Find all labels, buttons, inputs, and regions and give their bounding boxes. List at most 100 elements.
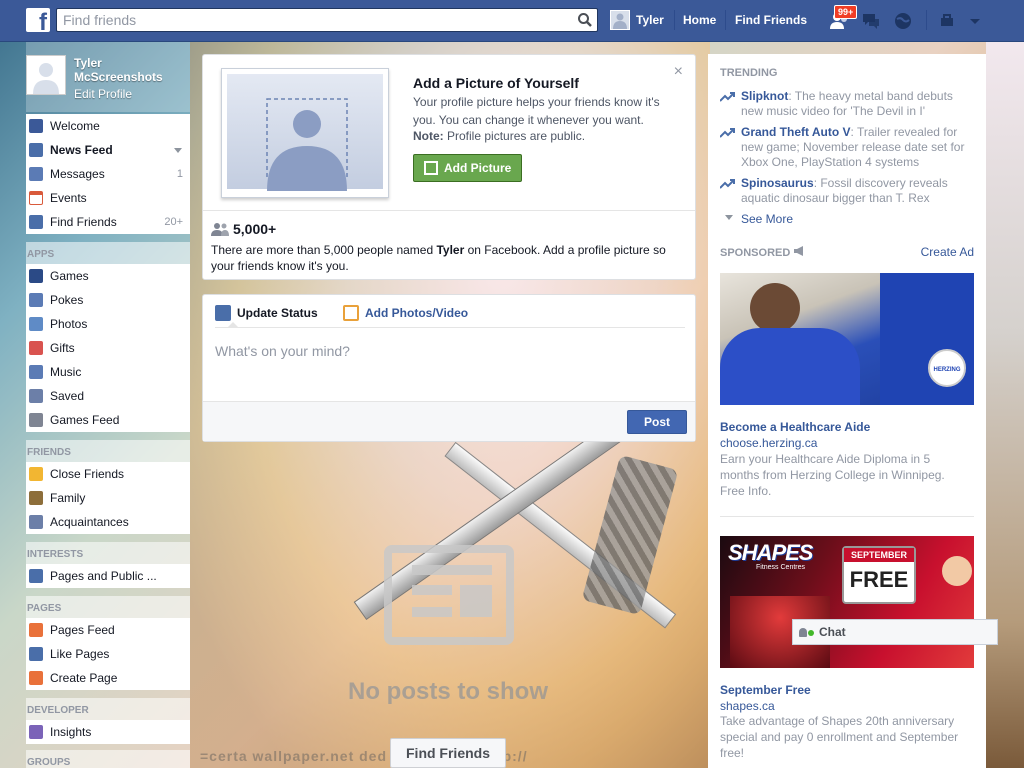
prompt-note: Note: Profile pictures are public. [413, 129, 585, 143]
poke-icon [29, 293, 43, 307]
sidebar-item-games-feed[interactable]: Games Feed [26, 408, 190, 432]
sidebar-item-label: Events [50, 191, 87, 205]
ad-title[interactable]: September Free [720, 683, 811, 697]
profile-name[interactable]: Tyler McScreenshots [74, 56, 184, 84]
sidebar-item-messages[interactable]: Messages 1 [26, 162, 190, 186]
calendar-free-text: FREE [849, 567, 909, 592]
ad-image[interactable]: SHAPES Fitness Centres SEPTEMBER FREE [720, 536, 974, 668]
sidebar-item-label: Pages Feed [50, 623, 115, 637]
composer-footer: Post [203, 401, 695, 441]
pencil-icon [215, 305, 231, 321]
sidebar-item-label: Music [50, 365, 82, 379]
tab-update-status[interactable]: Update Status [215, 305, 318, 321]
trending-arrow-icon [720, 179, 735, 189]
facebook-logo[interactable]: f [26, 8, 50, 32]
apps-nav: Games Pokes Photos Gifts Music Saved Gam… [26, 264, 190, 432]
create-ad-link[interactable]: Create Ad [921, 245, 974, 259]
plus-icon [29, 671, 43, 685]
sidebar-item-news-feed[interactable]: News Feed [26, 138, 190, 162]
tab-add-photos[interactable]: Add Photos/Video [343, 305, 468, 321]
divider [720, 516, 974, 517]
sidebar-item-label: Games Feed [50, 413, 120, 427]
sidebar-item-saved[interactable]: Saved [26, 384, 190, 408]
close-icon[interactable]: × [674, 63, 683, 81]
ad-image[interactable]: HERZING [720, 273, 974, 405]
shapes-logo: SHAPES [728, 540, 813, 565]
sidebar-item-pages-feed[interactable]: Pages Feed [26, 618, 190, 642]
trending-topic[interactable]: Slipknot [741, 89, 788, 103]
sidebar-item-insights[interactable]: Insights [26, 720, 190, 744]
sidebar-item-label: Family [50, 491, 86, 505]
sidebar-item-label: Insights [50, 725, 92, 739]
sidebar-item-games[interactable]: Games [26, 264, 190, 288]
section-heading-friends: FRIENDS [26, 440, 190, 462]
sidebar-item-label: Gifts [50, 341, 75, 355]
sidebar-item-pages-and-public[interactable]: Pages and Public ... [26, 564, 190, 588]
sidebar-item-photos[interactable]: Photos [26, 312, 190, 336]
sidebar-item-pokes[interactable]: Pokes [26, 288, 190, 312]
trending-item[interactable]: Spinosaurus: Fossil discovery reveals aq… [720, 176, 970, 206]
sidebar-item-label: Create Page [50, 671, 118, 685]
wallpaper-edge [986, 42, 1024, 768]
home-link[interactable]: Home [683, 13, 716, 27]
icon-line [412, 607, 452, 617]
trending-arrow-icon [720, 128, 735, 138]
status-input[interactable] [215, 339, 685, 363]
ad-title[interactable]: Become a Healthcare Aide [720, 420, 870, 434]
interests-nav: Pages and Public ... [26, 564, 190, 588]
sidebar-item-like-pages[interactable]: Like Pages [26, 642, 190, 666]
messages-icon[interactable] [860, 10, 882, 32]
sidebar-item-family[interactable]: Family [26, 486, 190, 510]
sidebar-item-find-friends[interactable]: Find Friends 20+ [26, 210, 190, 234]
ad-domain[interactable]: shapes.ca [720, 699, 775, 713]
trending-item[interactable]: Grand Theft Auto V: Trailer revealed for… [720, 125, 970, 170]
herzing-badge: HERZING [928, 349, 966, 387]
thumbs-up-icon [29, 647, 43, 661]
sidebar-item-music[interactable]: Music [26, 360, 190, 384]
divider [203, 210, 695, 211]
chat-bar[interactable]: Chat [792, 619, 998, 645]
privacy-shortcuts-icon[interactable] [938, 10, 960, 32]
profile-link[interactable]: Tyler [636, 13, 664, 27]
sidebar-item-label: Acquaintances [50, 515, 129, 529]
chevron-down-icon[interactable] [174, 148, 182, 153]
sidebar-item-gifts[interactable]: Gifts [26, 336, 190, 360]
avatar[interactable] [26, 55, 66, 95]
ad-person-body [720, 328, 860, 405]
edit-profile-link[interactable]: Edit Profile [74, 87, 132, 101]
sidebar-item-welcome[interactable]: Welcome [26, 114, 190, 138]
chevron-down-icon[interactable] [964, 10, 986, 32]
sidebar-item-close-friends[interactable]: Close Friends [26, 462, 190, 486]
games-icon [29, 269, 43, 283]
divider [725, 10, 726, 30]
see-more-label: See More [741, 212, 794, 226]
ad-domain[interactable]: choose.herzing.ca [720, 436, 817, 450]
trending-topic[interactable]: Grand Theft Auto V [741, 125, 851, 139]
prompt-description: There are more than 5,000 people named T… [211, 242, 681, 274]
trending-topic[interactable]: Spinosaurus [741, 176, 814, 190]
music-icon [29, 365, 43, 379]
trending-item[interactable]: Slipknot: The heavy metal band debuts ne… [720, 89, 970, 119]
photo-icon [343, 305, 359, 321]
search-icon[interactable] [577, 12, 593, 28]
globe-icon[interactable] [892, 10, 914, 32]
see-more-link[interactable]: See More [725, 212, 793, 226]
sidebar-item-events[interactable]: Events [26, 186, 190, 210]
divider [674, 10, 675, 30]
add-picture-button[interactable]: Add Picture [413, 154, 522, 182]
profile-silhouette-icon [27, 56, 65, 94]
sidebar-item-acquaintances[interactable]: Acquaintances [26, 510, 190, 534]
avatar[interactable] [610, 10, 630, 30]
profile-picture-placeholder[interactable] [221, 68, 389, 198]
search-input[interactable] [57, 9, 557, 31]
find-friends-link[interactable]: Find Friends [735, 13, 807, 27]
section-heading-apps: APPS [26, 242, 190, 264]
ad-body: Take advantage of Shapes 20th anniversar… [720, 714, 959, 760]
list-icon [29, 569, 43, 583]
post-button[interactable]: Post [627, 410, 687, 434]
people-count: 5,000+ [211, 221, 276, 237]
pages-nav: Pages Feed Like Pages Create Page [26, 618, 190, 690]
find-friends-button[interactable]: Find Friends [390, 738, 506, 768]
sidebar-item-create-page[interactable]: Create Page [26, 666, 190, 690]
sidebar-item-label: Pokes [50, 293, 84, 307]
